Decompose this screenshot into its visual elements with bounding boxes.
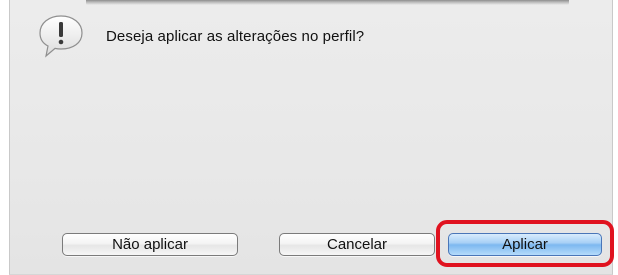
cancel-button[interactable]: Cancelar: [279, 233, 435, 256]
apply-button[interactable]: Aplicar: [448, 233, 602, 256]
screenshot-stage: Deseja aplicar as alterações no perfil? …: [0, 0, 618, 275]
window-top-shadow: [86, 0, 569, 5]
dialog-message: Deseja aplicar as alterações no perfil?: [106, 28, 365, 45]
dont-apply-button[interactable]: Não aplicar: [62, 233, 238, 256]
alert-speech-bubble-icon: [39, 15, 83, 58]
